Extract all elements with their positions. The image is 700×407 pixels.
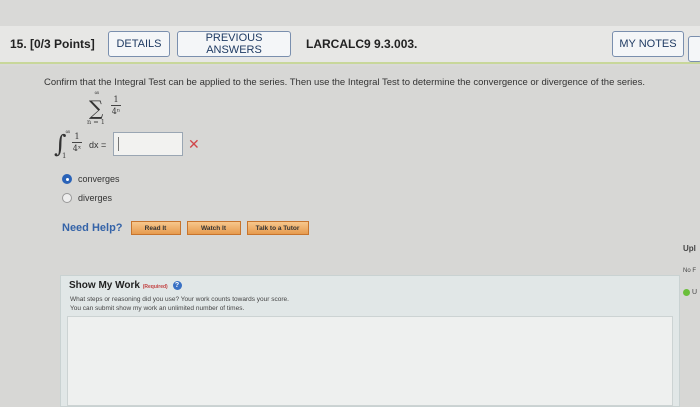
option-converges[interactable]: converges [62, 174, 120, 184]
watch-it-button[interactable]: Watch It [186, 221, 241, 235]
radio-unselected-icon[interactable] [62, 193, 72, 203]
series-expression: ∞ ∑ 1 4ⁿ n = 1 [85, 89, 145, 127]
status-dot-icon [683, 289, 690, 296]
integral-lower-limit: 1 [62, 152, 67, 160]
option-label: diverges [78, 193, 113, 203]
no-file-label: No F [683, 268, 697, 274]
show-my-work-note: You can submit show my work an unlimited… [70, 305, 245, 312]
option-label: converges [78, 174, 120, 184]
series-lower-limit: n = 1 [87, 118, 105, 126]
show-my-work-title: Show My Work (Required) ? [69, 280, 182, 291]
my-notes-button[interactable]: MY NOTES [612, 31, 684, 57]
required-label: (Required) [142, 284, 168, 290]
integrand-denominator: 4ˣ [72, 144, 82, 153]
sigma-symbol: ∑ [89, 96, 104, 120]
header-extra-button[interactable] [688, 36, 700, 62]
talk-to-tutor-button[interactable]: Talk to a Tutor [246, 221, 309, 235]
question-body: Confirm that the Integral Test can be ap… [0, 66, 700, 407]
show-my-work-panel: Show My Work (Required) ? What steps or … [60, 275, 680, 407]
question-title: 15. [0/3 Points] [10, 37, 95, 51]
radio-selected-icon[interactable] [62, 174, 72, 184]
question-header: 15. [0/3 Points] DETAILS PREVIOUS ANSWER… [0, 26, 700, 64]
dx-label: dx = [89, 140, 107, 150]
series-numerator: 1 [113, 95, 119, 104]
upload-status[interactable]: U [683, 289, 697, 296]
integrand-fraction: 1 4ˣ [72, 132, 82, 153]
option-diverges[interactable]: diverges [62, 193, 112, 203]
wrong-mark-icon: ✕ [188, 136, 200, 152]
series-fraction: 1 4ⁿ [111, 95, 121, 116]
details-button[interactable]: DETAILS [108, 31, 170, 57]
read-it-button[interactable]: Read It [130, 221, 181, 235]
show-my-work-instructions: What steps or reasoning did you use? You… [70, 296, 289, 303]
need-help-label: Need Help? [62, 222, 123, 234]
integrand-numerator: 1 [74, 132, 80, 141]
integral-upper-limit: ∞ [65, 128, 71, 136]
text-caret [118, 137, 119, 151]
problem-code: LARCALC9 9.3.003. [306, 37, 418, 51]
help-icon[interactable]: ? [172, 280, 182, 290]
series-denominator: 4ⁿ [111, 107, 121, 116]
need-help-bar: Need Help? Read It Watch It Talk to a Tu… [62, 221, 315, 235]
previous-answers-button[interactable]: PREVIOUS ANSWERS [177, 31, 291, 57]
upload-label: Upl [683, 244, 696, 253]
integral-answer-input[interactable] [113, 132, 183, 156]
show-my-work-textarea[interactable] [67, 316, 673, 406]
problem-prompt: Confirm that the Integral Test can be ap… [44, 77, 645, 88]
